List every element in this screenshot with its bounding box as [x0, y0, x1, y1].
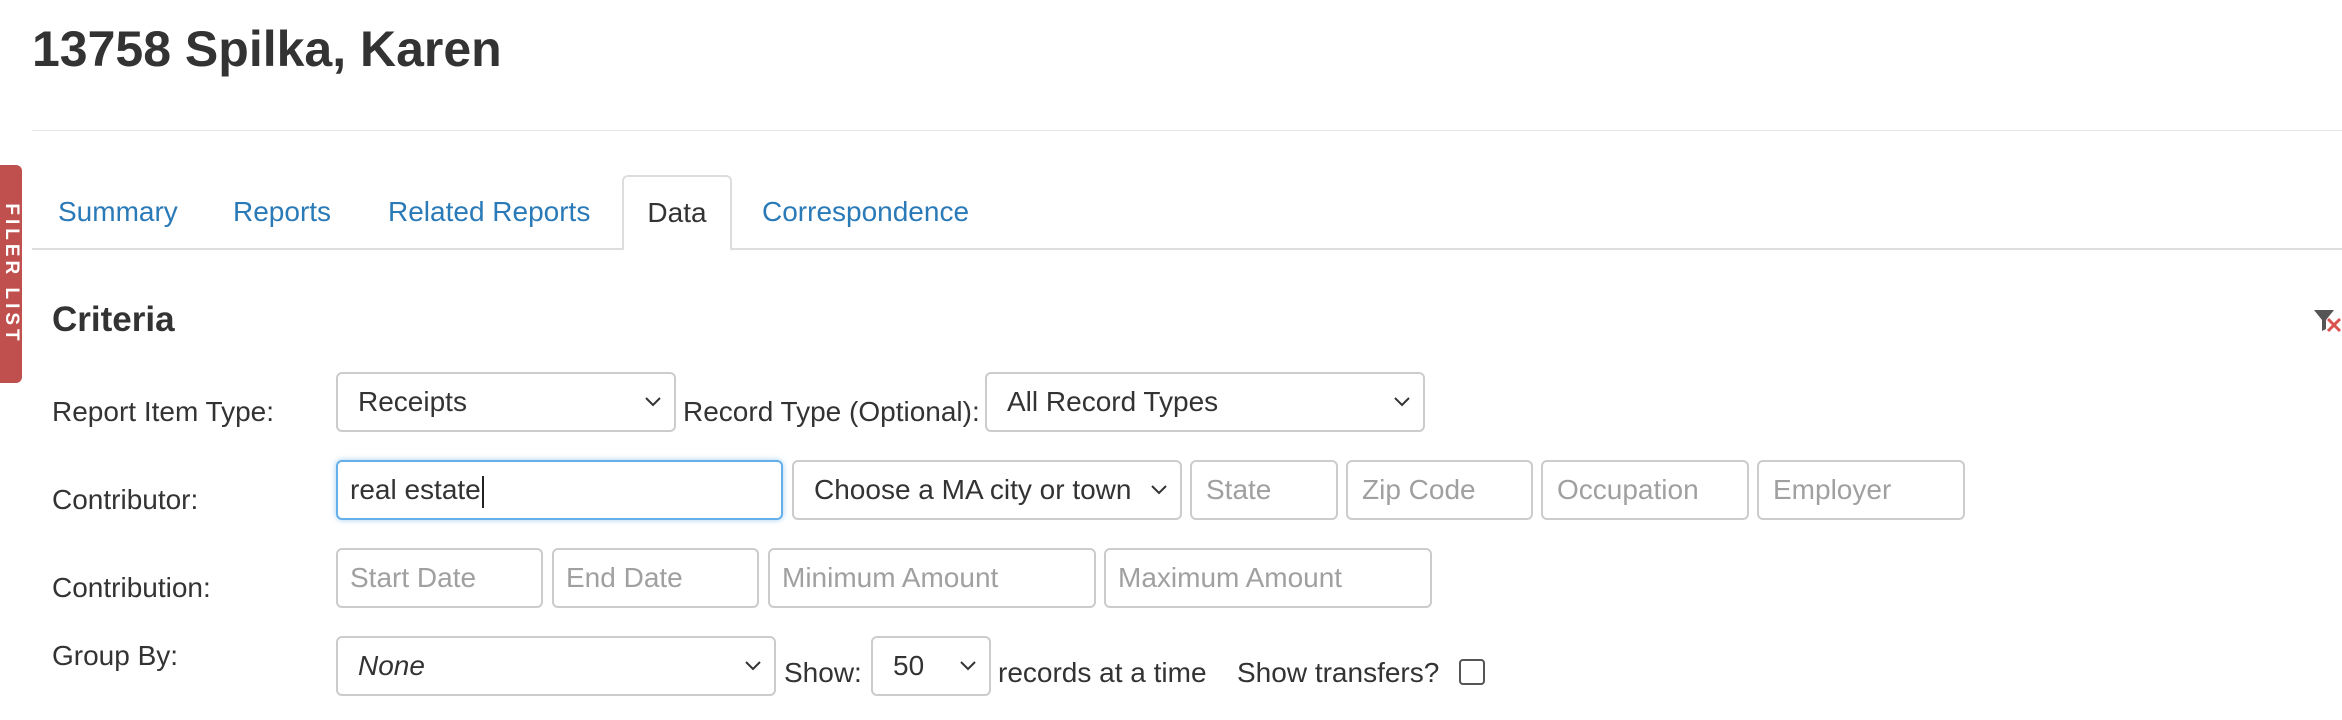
zip-code-input[interactable]: Zip Code [1346, 460, 1533, 520]
minimum-amount-placeholder: Minimum Amount [782, 562, 999, 593]
contribution-label: Contribution: [52, 572, 211, 603]
records-at-a-time-text: records at a time [998, 657, 1207, 688]
show-transfers-label: Show transfers? [1237, 657, 1440, 688]
maximum-amount-input[interactable]: Maximum Amount [1104, 548, 1432, 608]
state-placeholder: State [1206, 474, 1272, 505]
show-transfers-checkbox[interactable] [1459, 659, 1485, 685]
header-divider [32, 130, 2342, 131]
show-count-select[interactable]: 50 [871, 636, 991, 696]
start-date-input[interactable]: Start Date [336, 548, 543, 608]
chevron-down-icon [745, 661, 761, 671]
zip-code-placeholder: Zip Code [1362, 474, 1476, 505]
group-by-label: Group By: [52, 640, 179, 671]
city-select[interactable]: Choose a MA city or town [792, 460, 1182, 520]
criteria-heading: Criteria [52, 300, 175, 339]
contributor-name-input[interactable]: real estate [336, 460, 783, 520]
chevron-down-icon [960, 661, 976, 671]
report-item-type-value: Receipts [358, 386, 467, 417]
contributor-name-value: real estate [350, 474, 481, 505]
text-cursor [481, 475, 484, 508]
tabs-divider [32, 248, 2342, 250]
report-item-type-select[interactable]: Receipts [336, 372, 676, 432]
chevron-down-icon [1148, 462, 1170, 518]
end-date-input[interactable]: End Date [552, 548, 759, 608]
report-item-type-label: Report Item Type: [52, 396, 275, 427]
maximum-amount-placeholder: Maximum Amount [1118, 562, 1343, 593]
occupation-placeholder: Occupation [1557, 474, 1699, 505]
employer-input[interactable]: Employer [1757, 460, 1965, 520]
group-by-select[interactable]: None [336, 636, 776, 696]
filter-clear-icon[interactable] [2312, 305, 2342, 335]
tab-correspondence[interactable]: Correspondence [762, 175, 969, 249]
filer-list-side-tab[interactable]: FILER LIST [0, 165, 22, 383]
city-value: Choose a MA city or town [814, 474, 1132, 505]
tab-data[interactable]: Data [622, 175, 732, 251]
tab-reports[interactable]: Reports [233, 175, 331, 249]
record-type-select[interactable]: All Record Types [985, 372, 1425, 432]
end-date-placeholder: End Date [566, 562, 683, 593]
group-by-value: None [358, 650, 425, 681]
record-type-value: All Record Types [1007, 386, 1219, 417]
chevron-down-icon [645, 397, 661, 407]
filer-list-label: FILER LIST [1, 203, 22, 345]
record-type-label: Record Type (Optional): [683, 396, 980, 427]
tab-summary[interactable]: Summary [58, 175, 178, 249]
page-title: 13758 Spilka, Karen [32, 21, 502, 77]
show-label: Show: [784, 657, 862, 688]
contributor-label: Contributor: [52, 484, 199, 515]
tab-related-reports[interactable]: Related Reports [388, 175, 590, 249]
state-input[interactable]: State [1190, 460, 1338, 520]
minimum-amount-input[interactable]: Minimum Amount [768, 548, 1096, 608]
chevron-down-icon [1394, 397, 1410, 407]
show-count-value: 50 [893, 650, 925, 681]
employer-placeholder: Employer [1773, 474, 1892, 505]
start-date-placeholder: Start Date [350, 562, 477, 593]
occupation-input[interactable]: Occupation [1541, 460, 1749, 520]
